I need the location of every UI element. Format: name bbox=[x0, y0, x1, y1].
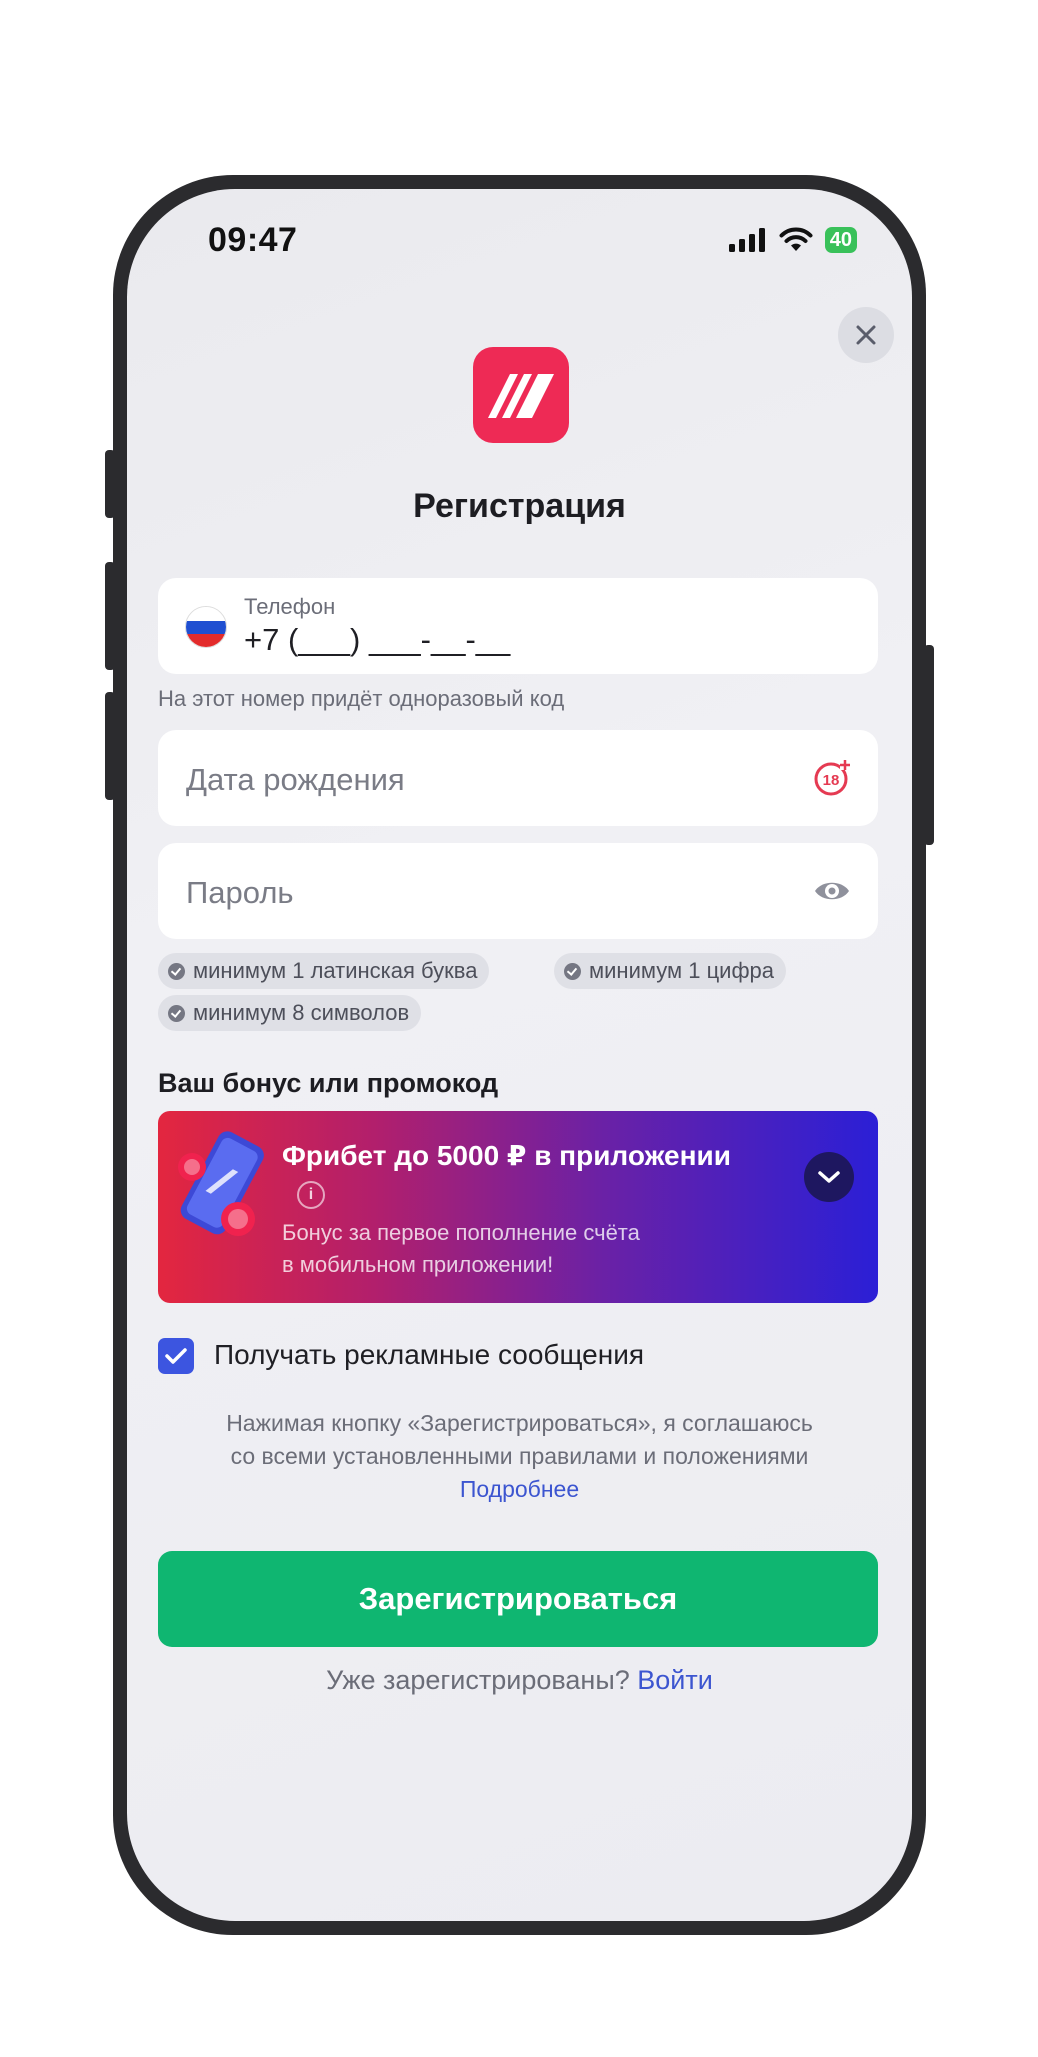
marketing-checkbox[interactable] bbox=[158, 1338, 194, 1374]
login-prompt: Уже зарегистрированы? Войти bbox=[127, 1665, 912, 1696]
side-button-power bbox=[924, 645, 934, 845]
login-link[interactable]: Войти bbox=[637, 1665, 713, 1695]
svg-text:18: 18 bbox=[823, 772, 840, 789]
age-18-plus-icon: 18 bbox=[814, 760, 850, 796]
bonus-title: Фрибет до 5000 ₽ в приложении bbox=[282, 1140, 731, 1171]
password-placeholder: Пароль bbox=[186, 875, 294, 910]
rule-chip-digit: минимум 1 цифра bbox=[554, 953, 787, 989]
bonus-description-line: Бонус за первое пополнение счёта bbox=[282, 1220, 640, 1245]
eye-icon[interactable] bbox=[812, 871, 852, 911]
check-icon bbox=[168, 1004, 185, 1022]
terms-details-link[interactable]: Подробнее bbox=[157, 1473, 882, 1506]
phone-field[interactable]: Телефон +7 (___) ___-__-__ bbox=[158, 578, 878, 674]
info-icon[interactable]: i bbox=[297, 1181, 325, 1209]
checkmark-icon bbox=[165, 1348, 187, 1364]
rule-text: минимум 8 символов bbox=[193, 1000, 410, 1025]
birth-date-placeholder: Дата рождения bbox=[186, 762, 405, 797]
bonus-card[interactable]: Фрибет до 5000 ₽ в приложении i Бонус за… bbox=[158, 1111, 878, 1303]
status-icons: 40 bbox=[728, 227, 857, 253]
phone-label: Телефон bbox=[244, 594, 336, 619]
page-title: Регистрация bbox=[413, 487, 626, 525]
russia-flag-icon bbox=[185, 606, 227, 648]
signal-icon bbox=[728, 228, 765, 252]
rule-chip-length: минимум 8 символов bbox=[158, 995, 422, 1031]
phone-hint: На этот номер придёт одноразовый код bbox=[158, 686, 565, 711]
app-screen: 09:47 40 Регистрация Телефон +7 (___) __… bbox=[127, 189, 912, 1921]
battery-indicator: 40 bbox=[824, 227, 857, 253]
check-icon bbox=[564, 962, 581, 980]
side-button-mute bbox=[105, 450, 115, 518]
rule-chip-latin: минимум 1 латинская буква bbox=[158, 953, 490, 989]
close-button[interactable] bbox=[838, 307, 894, 363]
chevron-down-icon bbox=[818, 1171, 840, 1183]
status-time: 09:47 bbox=[208, 221, 298, 259]
register-button[interactable]: Зарегистрироваться bbox=[158, 1551, 878, 1647]
bonus-description: Бонус за первое пополнение счёта в мобил… bbox=[282, 1217, 742, 1281]
rule-text: минимум 1 цифра bbox=[589, 958, 775, 983]
side-button-volume-down bbox=[105, 692, 115, 800]
terms-line: со всеми установленными правилами и поло… bbox=[230, 1443, 809, 1469]
terms-line: Нажимая кнопку «Зарегистрироваться», я с… bbox=[226, 1410, 813, 1436]
bonus-phone-illustration bbox=[178, 1131, 264, 1236]
close-icon bbox=[856, 325, 876, 345]
check-icon bbox=[168, 962, 185, 980]
bonus-description-line: в мобильном приложении! bbox=[282, 1252, 554, 1277]
wifi-icon bbox=[779, 227, 813, 251]
brand-logo-icon bbox=[488, 374, 554, 418]
bonus-expand-button[interactable] bbox=[804, 1152, 854, 1202]
side-button-volume-up bbox=[105, 562, 115, 670]
bonus-heading: Ваш бонус или промокод bbox=[158, 1068, 499, 1098]
rule-text: минимум 1 латинская буква bbox=[193, 958, 478, 983]
brand-logo bbox=[473, 347, 569, 443]
terms-text: Нажимая кнопку «Зарегистрироваться», я с… bbox=[157, 1407, 882, 1506]
password-field[interactable]: Пароль bbox=[158, 843, 878, 939]
login-question: Уже зарегистрированы? bbox=[326, 1665, 630, 1695]
marketing-checkbox-label[interactable]: Получать рекламные сообщения bbox=[214, 1339, 644, 1371]
birth-date-field[interactable]: Дата рождения 18 bbox=[158, 730, 878, 826]
phone-input[interactable]: +7 (___) ___-__-__ bbox=[244, 622, 510, 658]
